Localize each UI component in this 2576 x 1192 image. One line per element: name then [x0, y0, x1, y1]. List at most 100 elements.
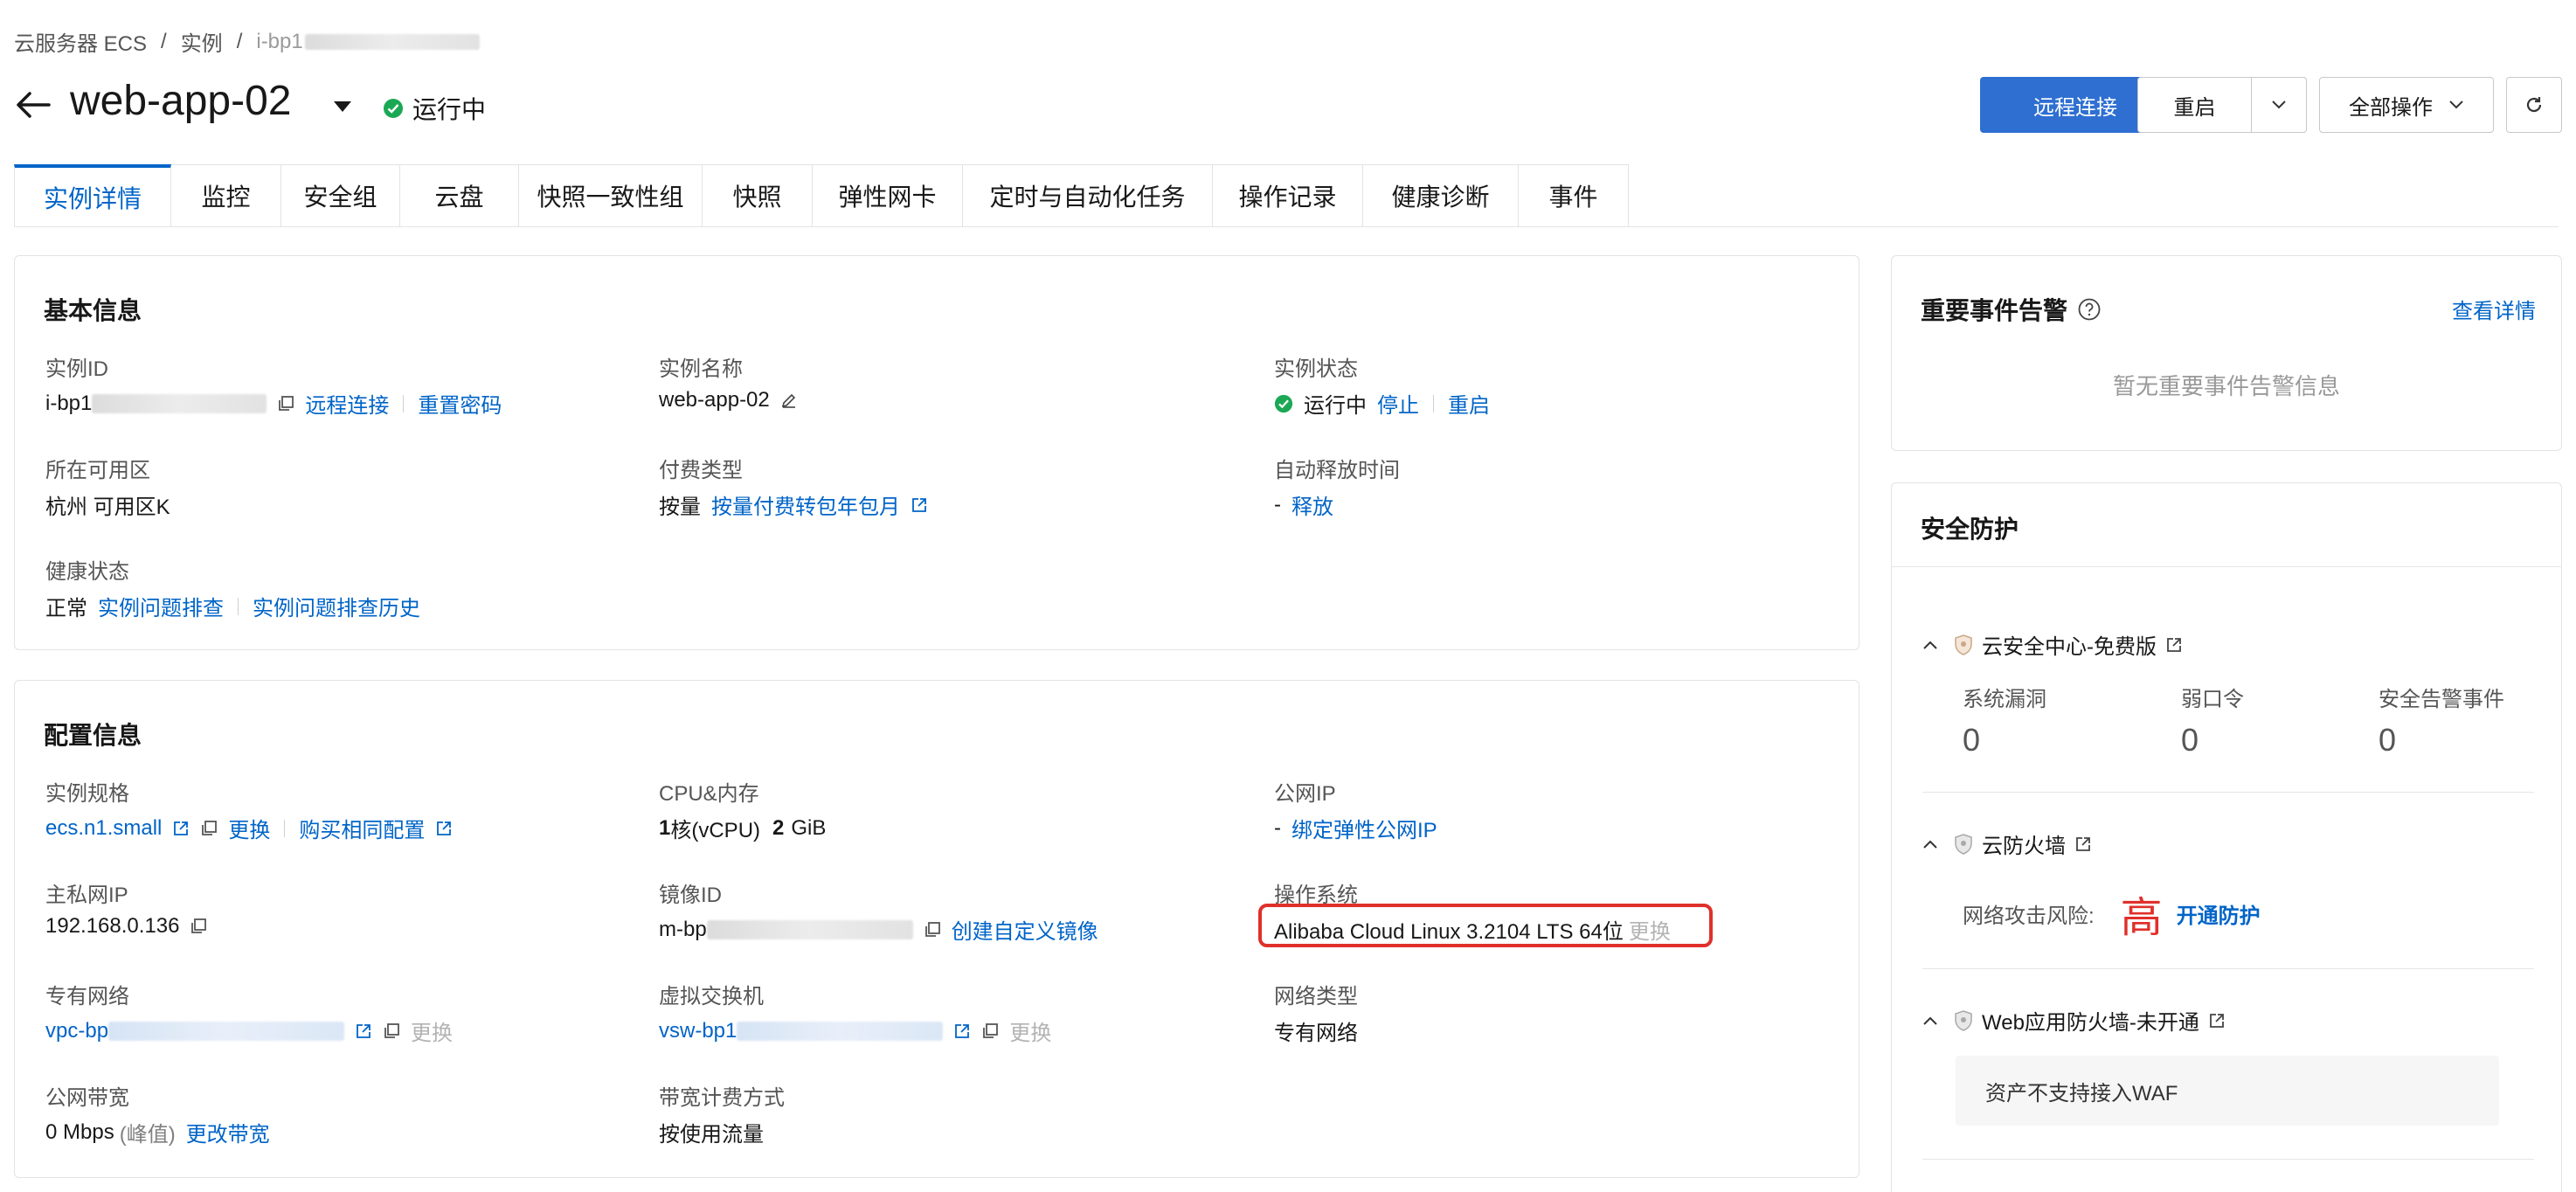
weak-password-label: 弱口令	[2181, 688, 2244, 711]
external-link-icon[interactable]	[2074, 835, 2092, 853]
divider	[1922, 968, 2534, 969]
config-info-title: 配置信息	[44, 722, 142, 749]
external-link-icon[interactable]	[435, 820, 453, 837]
restart-link[interactable]: 重启	[1448, 388, 1490, 419]
divider	[403, 394, 405, 412]
events-card	[1891, 255, 2562, 451]
page-title: web-app-02	[70, 78, 292, 124]
stop-link[interactable]: 停止	[1377, 388, 1419, 419]
tab-eni[interactable]: 弹性网卡	[813, 164, 963, 227]
events-title: 重要事件告警	[1921, 297, 2068, 324]
tab-scheduled-tasks[interactable]: 定时与自动化任务	[963, 164, 1213, 227]
reset-password-link[interactable]: 重置密码	[418, 388, 502, 419]
copy-icon[interactable]	[383, 1022, 400, 1040]
tab-operation-logs[interactable]: 操作记录	[1213, 164, 1363, 227]
instance-name-label: 实例名称	[659, 357, 743, 381]
breadcrumb-instances[interactable]: 实例	[181, 26, 223, 57]
tab-instance-details[interactable]: 实例详情	[14, 164, 171, 227]
image-id-row: m-bp 创建自定义镜像	[659, 914, 1098, 945]
restart-button[interactable]: 重启	[2137, 77, 2251, 133]
change-spec-link[interactable]: 更换	[228, 813, 270, 843]
spec-value[interactable]: ecs.n1.small	[45, 816, 162, 841]
edit-icon[interactable]	[780, 392, 798, 409]
private-ip-label: 主私网IP	[45, 884, 128, 907]
caret-down-icon[interactable]	[330, 94, 355, 119]
cloud-firewall-header[interactable]: 云防火墙	[1922, 828, 2092, 859]
tab-bar: 实例详情 监控 安全组 云盘 快照一致性组 快照 弹性网卡 定时与自动化任务 操…	[14, 164, 1629, 227]
restart-dropdown-button[interactable]	[2251, 77, 2307, 133]
copy-icon[interactable]	[981, 1022, 999, 1040]
shield-icon	[1954, 833, 1973, 855]
bind-eip-link[interactable]: 绑定弹性公网IP	[1291, 813, 1437, 843]
chevron-up-icon[interactable]	[1922, 1015, 1938, 1026]
view-details-link[interactable]: 查看详情	[2452, 294, 2536, 324]
help-icon[interactable]	[2078, 298, 2101, 321]
all-operations-label: 全部操作	[2349, 95, 2433, 120]
vswitch-value[interactable]: vsw-bp1	[659, 1019, 737, 1043]
bandwidth-row: 0 Mbps (峰值) 更改带宽	[45, 1117, 270, 1147]
external-link-icon[interactable]	[953, 1022, 971, 1040]
auto-release-value: -	[1274, 492, 1281, 516]
image-id-label: 镜像ID	[659, 884, 722, 907]
bandwidth-value: 0 Mbps	[45, 1119, 114, 1144]
status-badge: 运行中	[383, 91, 486, 126]
change-bandwidth-link[interactable]: 更改带宽	[186, 1117, 270, 1147]
status-text: 运行中	[412, 96, 487, 123]
chevron-up-icon[interactable]	[1922, 640, 1938, 650]
tab-security-group[interactable]: 安全组	[281, 164, 400, 227]
convert-billing-link[interactable]: 按量付费转包年包月	[711, 489, 900, 520]
vpc-value[interactable]: vpc-bp	[45, 1019, 108, 1043]
tab-snapshots[interactable]: 快照	[703, 164, 813, 227]
attack-risk-level: 高	[2120, 895, 2163, 941]
vswitch-row: vsw-bp1 更换	[659, 1015, 1051, 1046]
waf-header[interactable]: Web应用防火墙-未开通	[1922, 1005, 2226, 1036]
tab-divider	[14, 226, 2559, 227]
tab-events[interactable]: 事件	[1519, 164, 1629, 227]
spec-row: ecs.n1.small 更换 购买相同配置	[45, 813, 453, 843]
public-ip-row: - 绑定弹性公网IP	[1274, 813, 1437, 843]
tab-monitoring[interactable]: 监控	[171, 164, 281, 227]
image-id-value: m-bp	[659, 917, 707, 941]
troubleshoot-history-link[interactable]: 实例问题排查历史	[253, 591, 420, 621]
tab-health-diagnosis[interactable]: 健康诊断	[1363, 164, 1519, 227]
auto-release-row: - 释放	[1274, 489, 1333, 520]
external-link-icon[interactable]	[172, 820, 190, 837]
tab-disks[interactable]: 云盘	[400, 164, 519, 227]
security-title: 安全防护	[1921, 516, 2019, 543]
external-link-icon[interactable]	[2208, 1012, 2226, 1029]
tab-snapshot-consistency-group[interactable]: 快照一致性组	[519, 164, 703, 227]
remote-connect-link[interactable]: 远程连接	[305, 388, 389, 419]
external-link-icon[interactable]	[355, 1022, 372, 1040]
vuln-label: 系统漏洞	[1963, 688, 2046, 711]
zone-value: 杭州 可用区K	[45, 496, 170, 519]
waf-note: 资产不支持接入WAF	[1956, 1056, 2499, 1126]
bandwidth-billing-label: 带宽计费方式	[659, 1086, 785, 1110]
copy-icon[interactable]	[277, 395, 294, 412]
health-row: 正常 实例问题排查 实例问题排查历史	[45, 591, 420, 621]
create-custom-image-link[interactable]: 创建自定义镜像	[952, 914, 1098, 945]
all-operations-button[interactable]: 全部操作	[2319, 77, 2494, 133]
external-link-icon[interactable]	[2165, 636, 2183, 654]
security-center-header[interactable]: 云安全中心-免费版	[1922, 629, 2183, 660]
copy-icon[interactable]	[924, 921, 941, 939]
breadcrumb-ecs[interactable]: 云服务器 ECS	[14, 26, 147, 57]
public-ip-label: 公网IP	[1274, 782, 1336, 806]
release-link[interactable]: 释放	[1291, 489, 1333, 520]
copy-icon[interactable]	[200, 820, 218, 837]
troubleshoot-link[interactable]: 实例问题排查	[98, 591, 224, 621]
events-empty-text: 暂无重要事件告警信息	[2112, 373, 2340, 399]
refresh-button[interactable]	[2506, 77, 2562, 133]
public-ip-value: -	[1274, 815, 1281, 840]
change-vswitch-link: 更换	[1009, 1022, 1052, 1045]
external-link-icon[interactable]	[911, 496, 928, 514]
cpu-memory-label: CPU&内存	[659, 782, 759, 806]
copy-icon[interactable]	[190, 918, 207, 935]
check-circle-icon	[1274, 394, 1293, 413]
chevron-up-icon[interactable]	[1922, 839, 1938, 849]
divider	[1433, 394, 1434, 412]
enable-protection-link[interactable]: 开通防护	[2177, 898, 2261, 929]
memory-unit: GiB	[791, 815, 827, 840]
back-arrow-icon[interactable]	[14, 86, 52, 124]
buy-same-config-link[interactable]: 购买相同配置	[299, 813, 425, 843]
network-type-value: 专有网络	[1274, 1022, 1358, 1045]
